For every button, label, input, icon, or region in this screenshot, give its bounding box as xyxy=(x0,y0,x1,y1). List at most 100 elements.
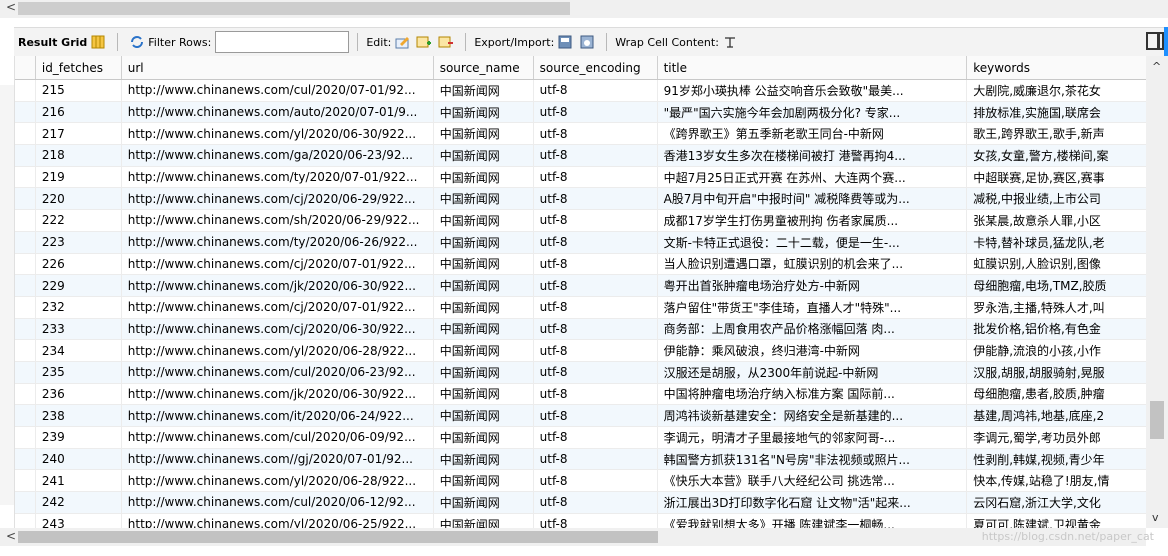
row-selector[interactable] xyxy=(15,318,36,341)
table-row[interactable]: 240 http://www.chinanews.com//gj/2020/07-… xyxy=(15,448,1155,471)
table-cell-id-fetches[interactable]: 226 xyxy=(35,253,122,276)
table-row[interactable]: 220 http://www.chinanews.com/cj/2020/06-2… xyxy=(15,187,1155,211)
row-selector[interactable] xyxy=(15,231,36,254)
table-cell-source-name[interactable]: 中国新闻网 xyxy=(433,404,534,427)
refresh-icon[interactable] xyxy=(129,34,145,50)
table-cell-keywords[interactable]: 虹膜识别,人脸识别,图像 xyxy=(966,253,1155,276)
wrap-text-icon[interactable] xyxy=(722,34,738,50)
table-cell-title[interactable]: 中超7月25日正式开赛 在苏州、大连两个赛... xyxy=(657,166,968,189)
wrap-cell-control[interactable]: Wrap Cell Content: xyxy=(611,34,745,50)
table-row[interactable]: 242 http://www.chinanews.com/cul/2020/06-… xyxy=(15,491,1155,514)
table-cell-source-encoding[interactable]: utf-8 xyxy=(533,166,658,189)
table-cell-url[interactable]: http://www.chinanews.com/cul/2020/07-01/… xyxy=(121,79,434,102)
table-cell-source-name[interactable]: 中国新闻网 xyxy=(433,469,534,493)
table-cell-source-name[interactable]: 中国新闻网 xyxy=(433,361,534,384)
table-cell-source-encoding[interactable]: utf-8 xyxy=(533,404,658,427)
table-cell-url[interactable]: http://www.chinanews.com/cj/2020/07-01/9… xyxy=(121,296,434,319)
table-cell-source-name[interactable]: 中国新闻网 xyxy=(433,513,534,528)
table-cell-id-fetches[interactable]: 217 xyxy=(35,122,122,146)
scroll-left-icon[interactable]: < xyxy=(6,0,16,14)
filter-rows-control[interactable]: Filter Rows: xyxy=(122,31,353,53)
table-row[interactable]: 218 http://www.chinanews.com/ga/2020/06-2… xyxy=(15,144,1155,167)
table-cell-id-fetches[interactable]: 238 xyxy=(35,404,122,427)
row-selector[interactable] xyxy=(15,426,36,449)
scroll-down-icon[interactable]: v xyxy=(1152,511,1159,524)
table-row[interactable]: 232 http://www.chinanews.com/cj/2020/07-0… xyxy=(15,296,1155,319)
table-cell-id-fetches[interactable]: 239 xyxy=(35,426,122,449)
table-row[interactable]: 216 http://www.chinanews.com/auto/2020/07… xyxy=(15,101,1155,124)
table-cell-source-encoding[interactable]: utf-8 xyxy=(533,296,658,319)
table-cell-source-name[interactable]: 中国新闻网 xyxy=(433,79,534,102)
table-cell-url[interactable]: http://www.chinanews.com/cul/2020/06-12/… xyxy=(121,491,434,514)
table-cell-url[interactable]: http://www.chinanews.com/it/2020/06-24/9… xyxy=(121,404,434,427)
table-cell-url[interactable]: http://www.chinanews.com/cj/2020/06-29/9… xyxy=(121,187,434,211)
table-cell-title[interactable]: 韩国警方抓获131名"N号房"非法视频或照片... xyxy=(657,448,968,471)
column-header[interactable]: id_fetches xyxy=(35,56,122,80)
table-cell-id-fetches[interactable]: 233 xyxy=(35,318,122,341)
table-cell-id-fetches[interactable]: 220 xyxy=(35,187,122,211)
table-row[interactable]: 222 http://www.chinanews.com/sh/2020/06-2… xyxy=(15,209,1155,232)
table-cell-id-fetches[interactable]: 216 xyxy=(35,101,122,124)
row-selector[interactable] xyxy=(15,383,36,406)
table-cell-url[interactable]: http://www.chinanews.com/jk/2020/06-30/9… xyxy=(121,274,434,297)
column-header[interactable]: title xyxy=(657,56,968,80)
column-header[interactable]: source_encoding xyxy=(533,56,658,80)
table-cell-url[interactable]: http://www.chinanews.com/yl/2020/06-25/9… xyxy=(121,513,434,528)
table-cell-url[interactable]: http://www.chinanews.com/jk/2020/06-30/9… xyxy=(121,383,434,406)
side-panel-icon[interactable] xyxy=(1146,32,1164,50)
table-cell-title[interactable]: 成都17岁学生打伤男童被刑拘 伤者家属质... xyxy=(657,209,968,232)
table-cell-source-name[interactable]: 中国新闻网 xyxy=(433,339,534,362)
table-row[interactable]: 238 http://www.chinanews.com/it/2020/06-2… xyxy=(15,404,1155,427)
table-cell-title[interactable]: 《跨界歌王》第五季新老歌王同台-中新网 xyxy=(657,122,968,146)
row-selector[interactable] xyxy=(15,144,36,167)
table-cell-source-encoding[interactable]: utf-8 xyxy=(533,339,658,362)
row-selector[interactable] xyxy=(15,209,36,232)
table-cell-source-encoding[interactable]: utf-8 xyxy=(533,187,658,211)
table-cell-keywords[interactable]: 女孩,女童,警方,楼梯间,案 xyxy=(966,144,1155,167)
table-row[interactable]: 229 http://www.chinanews.com/jk/2020/06-3… xyxy=(15,274,1155,297)
scroll-left-icon[interactable]: < xyxy=(6,529,16,543)
table-row[interactable]: 215 http://www.chinanews.com/cul/2020/07-… xyxy=(15,79,1155,102)
table-cell-title[interactable]: 商务部：上周食用农产品价格涨幅回落 肉... xyxy=(657,318,968,341)
table-cell-title[interactable]: 中国将肿瘤电场治疗纳入标准方案 国际前... xyxy=(657,383,968,406)
table-cell-id-fetches[interactable]: 234 xyxy=(35,339,122,362)
table-cell-source-encoding[interactable]: utf-8 xyxy=(533,361,658,384)
table-cell-keywords[interactable]: 排放标准,实施国,联席会 xyxy=(966,101,1155,124)
table-cell-title[interactable]: "最严"国六实施今年会加剧两极分化? 专家... xyxy=(657,101,968,124)
table-cell-title[interactable]: 香港13岁女生多次在楼梯间被打 港警再拘4... xyxy=(657,144,968,167)
table-cell-url[interactable]: http://www.chinanews.com/auto/2020/07-01… xyxy=(121,101,434,124)
table-cell-title[interactable]: 汉服还是胡服，从2300年前说起-中新网 xyxy=(657,361,968,384)
table-cell-source-name[interactable]: 中国新闻网 xyxy=(433,426,534,449)
row-selector[interactable] xyxy=(15,166,36,189)
table-cell-source-encoding[interactable]: utf-8 xyxy=(533,231,658,254)
table-cell-keywords[interactable]: 伊能静,流浪的小孩,小作 xyxy=(966,339,1155,362)
add-row-icon[interactable] xyxy=(416,34,432,50)
table-cell-keywords[interactable]: 卡特,替补球员,猛龙队,老 xyxy=(966,231,1155,254)
table-cell-keywords[interactable]: 母细胞瘤,电场,TMZ,胶质 xyxy=(966,274,1155,297)
table-cell-title[interactable]: 91岁郑小瑛执棒 公益交响音乐会致敬"最美... xyxy=(657,79,968,102)
table-cell-source-name[interactable]: 中国新闻网 xyxy=(433,101,534,124)
table-cell-title[interactable]: A股7月中旬开启"中报时间" 减税降费等或为... xyxy=(657,187,968,211)
table-cell-source-encoding[interactable]: utf-8 xyxy=(533,469,658,493)
table-cell-keywords[interactable]: 云冈石窟,浙江大学,文化 xyxy=(966,491,1155,514)
table-cell-keywords[interactable]: 性剥削,韩媒,视频,青少年 xyxy=(966,448,1155,471)
table-cell-keywords[interactable]: 基建,周鸿祎,地基,底座,2 xyxy=(966,404,1155,427)
row-selector[interactable] xyxy=(15,274,36,297)
table-cell-source-name[interactable]: 中国新闻网 xyxy=(433,383,534,406)
table-cell-id-fetches[interactable]: 229 xyxy=(35,274,122,297)
row-selector[interactable] xyxy=(15,513,36,528)
row-selector[interactable] xyxy=(15,101,36,124)
row-selector[interactable] xyxy=(15,79,36,102)
delete-row-icon[interactable] xyxy=(438,34,454,50)
scroll-thumb[interactable] xyxy=(18,2,570,15)
table-cell-title[interactable]: 浙江展出3D打印数字化石窟 让文物"活"起来... xyxy=(657,491,968,514)
table-cell-source-name[interactable]: 中国新闻网 xyxy=(433,209,534,232)
table-cell-source-encoding[interactable]: utf-8 xyxy=(533,274,658,297)
table-row[interactable]: 226 http://www.chinanews.com/cj/2020/07-0… xyxy=(15,253,1155,276)
filter-rows-input[interactable] xyxy=(215,31,350,53)
table-cell-title[interactable]: 《快乐大本营》联手八大经纪公司 挑选常... xyxy=(657,469,968,493)
scroll-thumb[interactable] xyxy=(18,531,658,543)
table-cell-keywords[interactable]: 夏可可,陈建斌,卫视黄金 xyxy=(966,513,1155,528)
row-selector[interactable] xyxy=(15,122,36,146)
table-cell-source-encoding[interactable]: utf-8 xyxy=(533,426,658,449)
